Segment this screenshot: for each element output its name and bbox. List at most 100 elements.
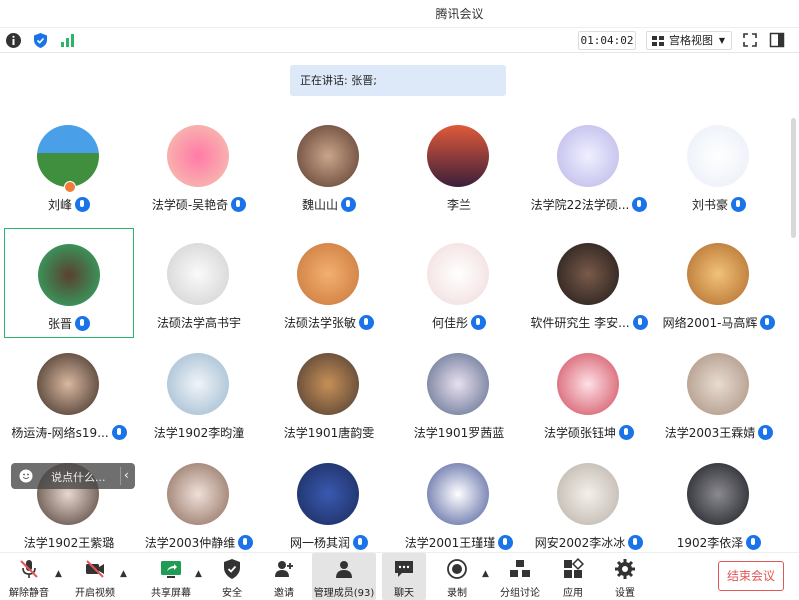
avatar — [427, 125, 489, 187]
fullscreen-icon[interactable] — [741, 31, 759, 49]
participant-name-text: 网一杨其润 — [289, 536, 350, 550]
apps-icon — [564, 558, 584, 578]
grid-icon — [652, 36, 664, 46]
settings-button[interactable]: 设置 — [605, 553, 645, 600]
participant-tile[interactable]: 法学2003仲静维 — [134, 448, 264, 558]
participant-tile[interactable]: 1902李依泽 — [654, 448, 784, 558]
participant-tile[interactable]: 网安2002李冰冰 — [524, 448, 654, 558]
add-user-icon — [275, 561, 293, 577]
mic-icon — [359, 315, 374, 330]
participant-name: 法学1901罗茜蓝 — [394, 424, 524, 441]
participant-name-text: 网络2001-马高辉 — [662, 316, 758, 330]
chevron-down-icon: ▼ — [718, 36, 725, 45]
participant-tile[interactable]: 法学硕张钰坤 — [524, 338, 654, 448]
avatar — [427, 353, 489, 415]
participant-tile[interactable]: 软件研究生 李安... — [524, 228, 654, 338]
start-video-button[interactable]: 开启视频 — [70, 553, 120, 600]
avatar — [687, 463, 749, 525]
apps-label: 应用 — [563, 588, 583, 599]
mic-icon — [632, 197, 648, 212]
avatar — [167, 243, 229, 305]
breakout-button[interactable]: 分组讨论 — [496, 553, 544, 600]
participant-tile[interactable]: 何佳彤 — [394, 228, 524, 338]
participant-name: 张晋 — [5, 315, 133, 332]
mic-icon — [341, 197, 356, 212]
avatar — [167, 463, 229, 525]
participant-name-text: 1902李依泽 — [676, 536, 744, 550]
video-options-chevron-icon[interactable]: ▲ — [120, 569, 127, 579]
chat-icon — [395, 561, 413, 577]
mic-icon — [498, 535, 514, 550]
collapse-chevron-icon[interactable]: ‹ — [124, 468, 129, 482]
participant-tile[interactable]: 网络2001-马高辉 — [654, 228, 784, 338]
invite-button[interactable]: 邀请 — [264, 553, 304, 600]
record-options-chevron-icon[interactable]: ▲ — [482, 569, 489, 579]
participant-name-text: 法学2003仲静维 — [144, 536, 236, 550]
sidebar-toggle-icon[interactable] — [768, 31, 786, 49]
participant-tile[interactable]: 网一杨其润 — [264, 448, 394, 558]
mic-icon — [619, 425, 634, 440]
breakout-label: 分组讨论 — [500, 588, 540, 599]
participant-tile[interactable]: 刘峰 — [4, 110, 134, 220]
participant-tile[interactable]: 法学1901唐韵雯 — [264, 338, 394, 448]
participant-tile[interactable]: 法学2003王霖婧 — [654, 338, 784, 448]
participant-tile[interactable]: 法硕法学高书宇 — [134, 228, 264, 338]
emoji-icon[interactable] — [19, 469, 33, 483]
mic-icon — [231, 197, 247, 212]
window-title: 腾讯会议 — [435, 7, 484, 21]
participant-name-text: 法学2001王瑾瑾 — [404, 536, 496, 550]
apps-button[interactable]: 应用 — [553, 553, 593, 600]
participant-name: 网络2001-马高辉 — [654, 314, 784, 331]
avatar — [38, 244, 100, 306]
participant-name-text: 杨运涛-网络s19... — [11, 426, 109, 440]
participant-name-text: 法学1902李昀潼 — [153, 426, 245, 440]
chat-button[interactable]: 聊天 — [382, 553, 426, 600]
info-icon[interactable] — [5, 32, 22, 49]
mic-icon — [731, 197, 746, 212]
avatar — [687, 353, 749, 415]
participant-name: 网安2002李冰冰 — [524, 534, 654, 551]
signal-icon[interactable] — [59, 32, 76, 49]
record-button[interactable]: 录制 — [437, 553, 477, 600]
share-options-chevron-icon[interactable]: ▲ — [195, 569, 202, 579]
participant-name: 法硕法学高书宇 — [134, 314, 264, 331]
participant-tile[interactable]: 法学硕-吴艳奇 — [134, 110, 264, 220]
share-screen-icon — [161, 561, 181, 578]
participant-name-text: 刘书豪 — [691, 198, 728, 212]
shield-icon[interactable] — [32, 32, 49, 49]
mic-icon — [75, 197, 90, 212]
scrollbar[interactable] — [791, 118, 796, 238]
participant-tile[interactable]: 张晋 — [4, 228, 134, 338]
breakout-icon — [510, 560, 530, 577]
participant-tile[interactable]: 法学1902李昀潼 — [134, 338, 264, 448]
chat-quick-input[interactable]: 说点什么... ‹ — [11, 463, 135, 489]
participant-name: 刘峰 — [4, 196, 134, 213]
security-button[interactable]: 安全 — [212, 553, 252, 600]
participant-tile[interactable]: 法学院22法学硕... — [524, 110, 654, 220]
mic-icon — [75, 316, 90, 331]
participant-tile[interactable]: 法学1901罗茜蓝 — [394, 338, 524, 448]
participant-tile[interactable]: 法学2001王瑾瑾 — [394, 448, 524, 558]
avatar — [297, 243, 359, 305]
participant-name: 1902李依泽 — [654, 534, 784, 551]
avatar — [297, 463, 359, 525]
participant-tile[interactable]: 法硕法学张敏 — [264, 228, 394, 338]
participant-tile[interactable]: 魏山山 — [264, 110, 394, 220]
participant-name: 法学2003王霖婧 — [654, 424, 784, 441]
divider — [120, 467, 121, 485]
participant-name: 法学1902李昀潼 — [134, 424, 264, 441]
participant-name-text: 法学1901唐韵雯 — [283, 426, 375, 440]
participant-name-text: 何佳彤 — [431, 316, 468, 330]
end-meeting-button[interactable]: 结束会议 — [718, 561, 784, 591]
unmute-button[interactable]: 解除静音 — [6, 553, 52, 600]
share-screen-button[interactable]: 共享屏幕 — [146, 553, 196, 600]
participant-tile[interactable]: 杨运涛-网络s19... — [4, 338, 134, 448]
participant-name: 法学1901唐韵雯 — [264, 424, 394, 441]
manage-members-button[interactable]: 管理成员(93) — [312, 553, 376, 600]
participant-tile[interactable]: 李兰 — [394, 110, 524, 220]
view-mode-button[interactable]: 宫格视图 ▼ — [646, 31, 732, 50]
mic-icon — [471, 315, 486, 330]
participant-name: 魏山山 — [264, 196, 394, 213]
participant-tile[interactable]: 刘书豪 — [654, 110, 784, 220]
audio-options-chevron-icon[interactable]: ▲ — [55, 569, 62, 579]
